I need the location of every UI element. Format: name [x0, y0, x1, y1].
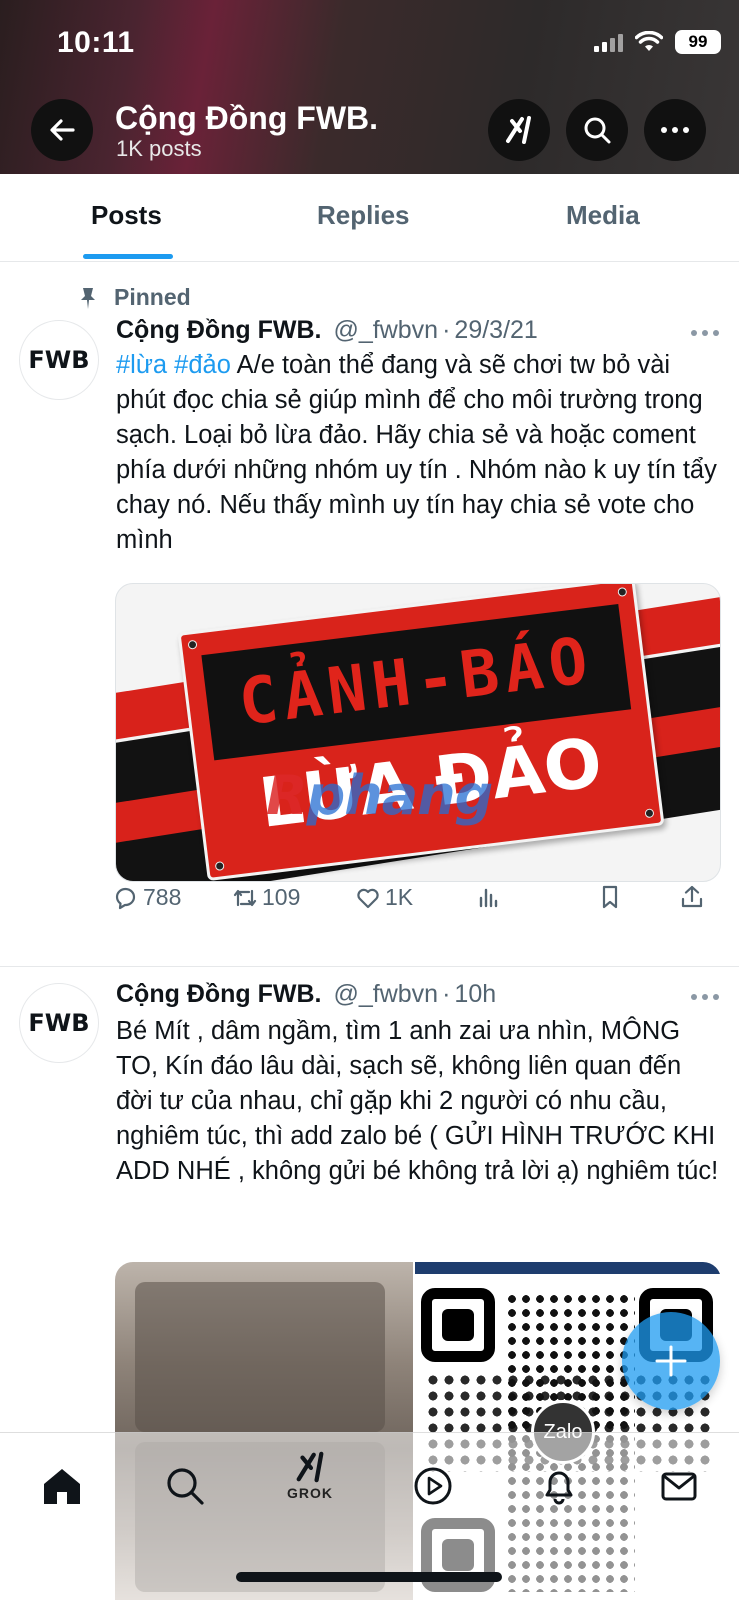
repost-button[interactable]: 109 [232, 884, 300, 911]
tab-media[interactable]: Media [566, 200, 640, 231]
search-icon [584, 117, 611, 144]
share-button[interactable] [679, 884, 705, 910]
reply-count: 788 [143, 884, 182, 910]
nav-video[interactable] [408, 1461, 458, 1511]
tweet-timestamp[interactable]: 10h [454, 980, 496, 1009]
home-indicator [236, 1572, 502, 1582]
tab-replies[interactable]: Replies [317, 200, 410, 231]
search-icon [167, 1468, 204, 1505]
back-button[interactable] [31, 99, 93, 161]
tweet-timestamp[interactable]: 29/3/21 [454, 316, 537, 345]
home-icon [44, 1469, 80, 1504]
grok-icon [506, 116, 531, 144]
author-handle[interactable]: @_fwbvn [334, 980, 439, 1009]
tweet-actions: 788 109 1K [113, 884, 725, 918]
pinned-label: Pinned [114, 284, 191, 310]
views-button[interactable] [475, 884, 501, 910]
photo-content [135, 1282, 385, 1432]
play-circle-icon [414, 1467, 452, 1505]
tab-posts[interactable]: Posts [91, 200, 162, 231]
reply-button[interactable]: 788 [113, 884, 181, 911]
tweet-hashtags[interactable]: #lừa #đảo [116, 351, 231, 379]
post-count: 1K posts [116, 136, 202, 161]
watermark-red: R [266, 764, 308, 827]
repost-icon [233, 889, 257, 906]
tweet-body: A/e toàn thể đang và sẽ chơi tw bỏ vài p… [116, 351, 717, 554]
pinned-indicator: Pinned [78, 284, 191, 311]
screw [617, 586, 628, 597]
screw [187, 639, 198, 650]
pin-icon [81, 287, 95, 309]
signal-icon [594, 32, 623, 52]
wifi-icon [635, 31, 663, 51]
qr-finder [421, 1288, 495, 1362]
tweet-header: Cộng Đồng FWB. @_fwbvn · 29/3/21 [116, 316, 538, 345]
grok-icon [296, 1451, 324, 1483]
separator-dot: · [442, 980, 451, 1008]
warning-sign: CẢNH-BÁO LỪA ĐẢO [177, 584, 665, 881]
repost-count: 109 [262, 884, 301, 910]
profile-header: 10:11 99 Cộng Đồng FWB. 1K posts [0, 0, 739, 174]
status-icons: 99 [594, 30, 721, 54]
nav-notifications[interactable] [534, 1461, 584, 1511]
search-button[interactable] [566, 99, 628, 161]
tweet-more-button[interactable] [691, 330, 719, 336]
status-time: 10:11 [57, 26, 135, 59]
more-options-button[interactable] [644, 99, 706, 161]
like-button[interactable]: 1K [355, 884, 413, 911]
tweet-text: #lừa #đảo A/e toàn thể đang và sẽ chơi t… [116, 348, 721, 558]
heart-icon [357, 888, 379, 908]
more-horizontal-icon [661, 127, 689, 133]
author-handle[interactable]: @_fwbvn [334, 316, 439, 345]
tweet-header: Cộng Đồng FWB. @_fwbvn · 10h [116, 980, 496, 1009]
plus-icon [655, 1345, 687, 1377]
bookmark-icon [602, 885, 618, 909]
profile-tabs: Posts Replies Media [0, 174, 739, 262]
screw [214, 861, 225, 872]
avatar[interactable]: FWB [19, 983, 99, 1063]
qr-header-bar [415, 1262, 721, 1274]
nav-messages[interactable] [654, 1461, 704, 1511]
separator-dot: · [442, 316, 451, 344]
nav-grok[interactable]: GROK [285, 1451, 335, 1501]
bookmark-button[interactable] [597, 884, 623, 910]
nav-home[interactable] [37, 1461, 87, 1511]
grok-label: GROK [287, 1485, 333, 1501]
author-name[interactable]: Cộng Đồng FWB. [116, 980, 322, 1009]
tweet-more-button[interactable] [691, 994, 719, 1000]
image-watermark: Rphang [266, 764, 494, 827]
nav-search[interactable] [160, 1461, 210, 1511]
battery-indicator: 99 [675, 30, 721, 54]
grok-button[interactable] [488, 99, 550, 161]
tweet-pinned[interactable]: Pinned FWB Cộng Đồng FWB. @_fwbvn · 29/3… [0, 262, 739, 967]
profile-name: Cộng Đồng FWB. [115, 100, 379, 136]
tweet-text: Bé Mít , dâm ngầm, tìm 1 anh zai ưa nhìn… [116, 1017, 719, 1185]
screw [644, 808, 655, 819]
bell-icon [545, 1471, 573, 1505]
tweet-image-warning[interactable]: CẢNH-BÁO LỪA ĐẢO Rphang [115, 583, 721, 882]
author-name[interactable]: Cộng Đồng FWB. [116, 316, 322, 345]
like-count: 1K [385, 884, 414, 910]
analytics-icon [479, 888, 498, 908]
watermark-blue: phang [306, 764, 494, 827]
mail-icon [661, 1472, 697, 1501]
compose-button[interactable] [622, 1312, 720, 1410]
avatar[interactable]: FWB [19, 320, 99, 400]
share-icon [681, 885, 703, 908]
active-tab-indicator [83, 254, 173, 259]
reply-icon [115, 887, 136, 909]
arrow-left-icon [50, 119, 75, 141]
